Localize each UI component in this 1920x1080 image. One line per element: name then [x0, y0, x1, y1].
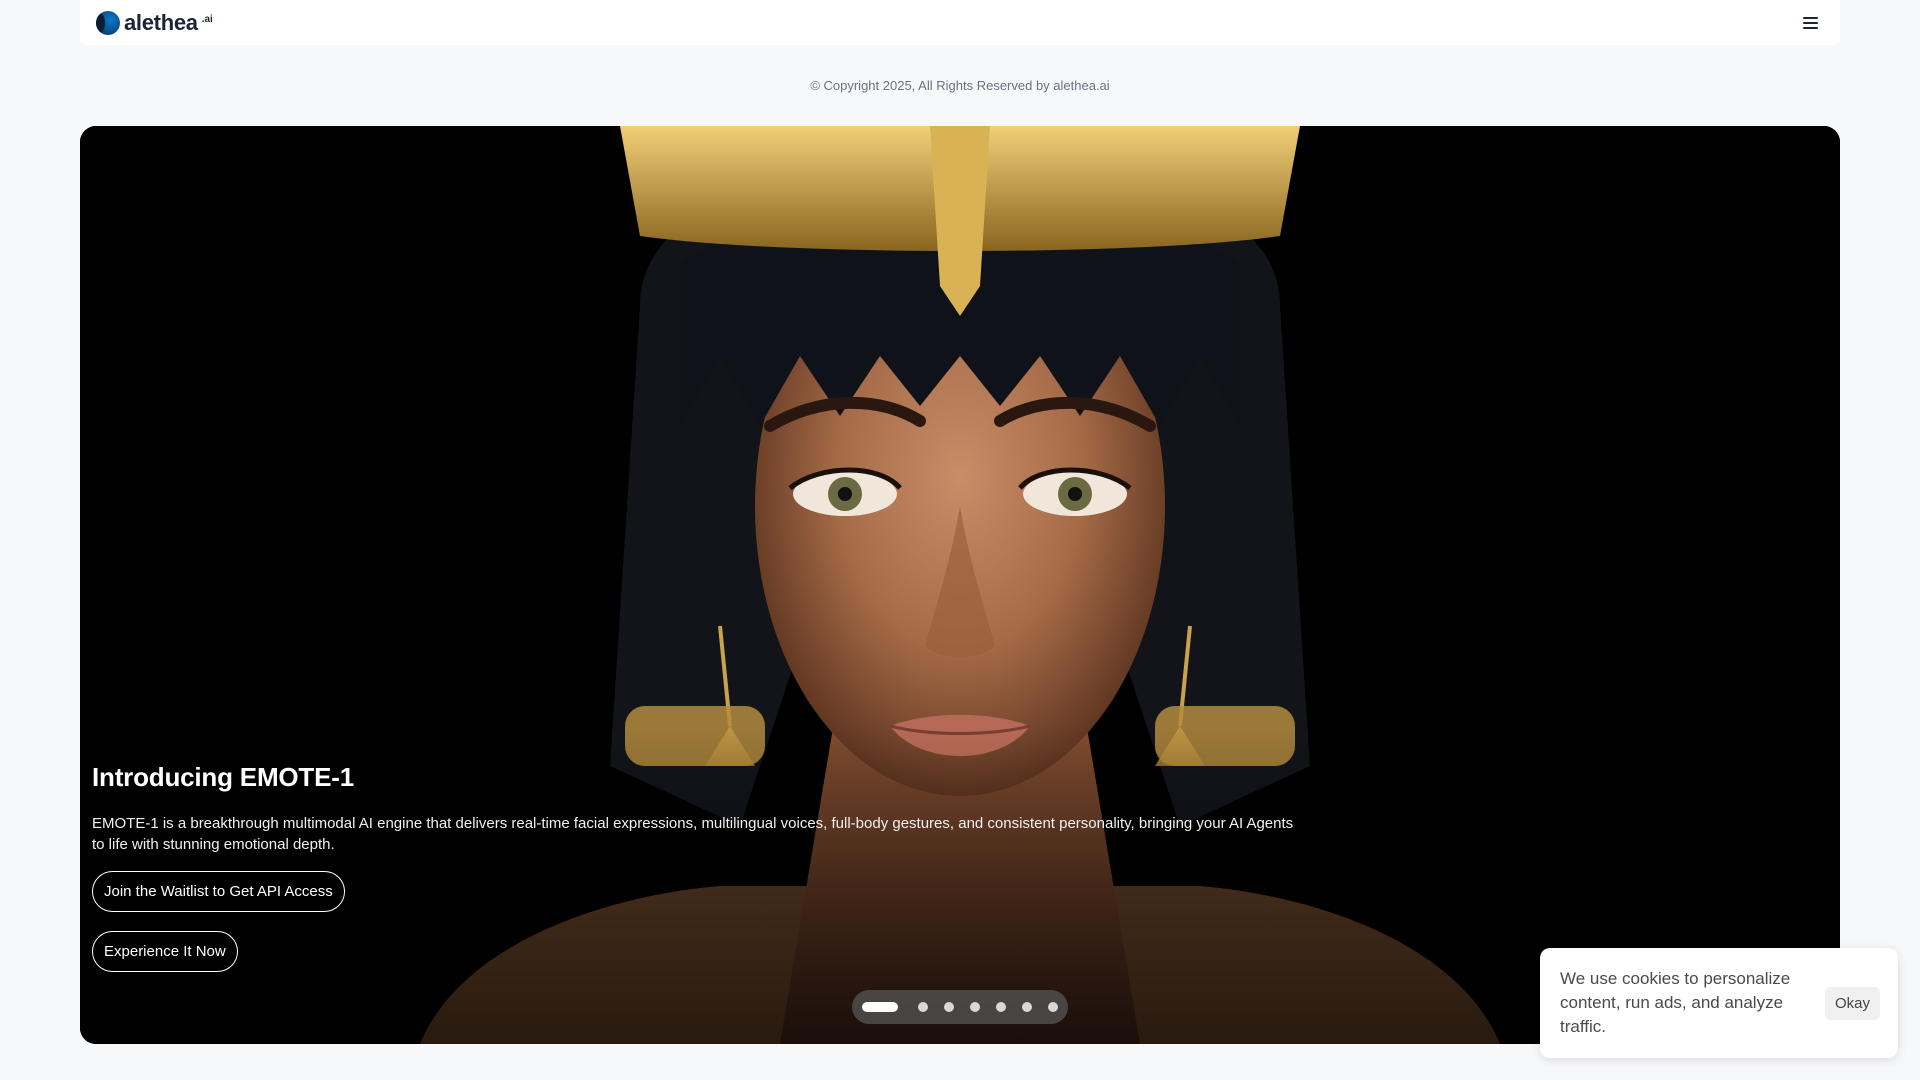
- top-navigation-bar: alethea .ai: [80, 0, 1840, 45]
- alethea-logo-icon: [96, 10, 120, 35]
- copyright-text: © Copyright 2025, All Rights Reserved by…: [810, 78, 1110, 93]
- hamburger-menu-icon[interactable]: [1796, 9, 1824, 37]
- logo-text: alethea: [124, 9, 198, 35]
- hero-description: EMOTE-1 is a breakthrough multimodal AI …: [92, 815, 1294, 853]
- carousel-pagination: [852, 990, 1068, 1024]
- carousel-dot-1[interactable]: [862, 1002, 898, 1012]
- carousel-dot-6[interactable]: [1022, 1002, 1032, 1012]
- alethea-logo[interactable]: alethea .ai: [96, 10, 213, 36]
- hero-title: Introducing EMOTE-1: [92, 762, 354, 792]
- carousel-dot-2[interactable]: [918, 1002, 928, 1012]
- logo-suffix: .ai: [201, 13, 213, 25]
- hero-carousel: Introducing EMOTE-1 EMOTE-1 is a breakth…: [80, 126, 1840, 1044]
- carousel-dot-5[interactable]: [996, 1002, 1006, 1012]
- hero-text-block: Introducing EMOTE-1 EMOTE-1 is a breakth…: [92, 762, 1312, 991]
- cookie-banner: We use cookies to personalize content, r…: [1540, 948, 1898, 1058]
- cookie-message: We use cookies to personalize content, r…: [1560, 969, 1791, 1036]
- carousel-dot-3[interactable]: [944, 1002, 954, 1012]
- experience-it-now-button[interactable]: Experience It Now: [92, 931, 238, 972]
- carousel-dot-4[interactable]: [970, 1002, 980, 1012]
- carousel-dot-7[interactable]: [1048, 1002, 1058, 1012]
- cookie-okay-button[interactable]: Okay: [1824, 986, 1880, 1020]
- join-waitlist-button[interactable]: Join the Waitlist to Get API Access: [92, 871, 345, 912]
